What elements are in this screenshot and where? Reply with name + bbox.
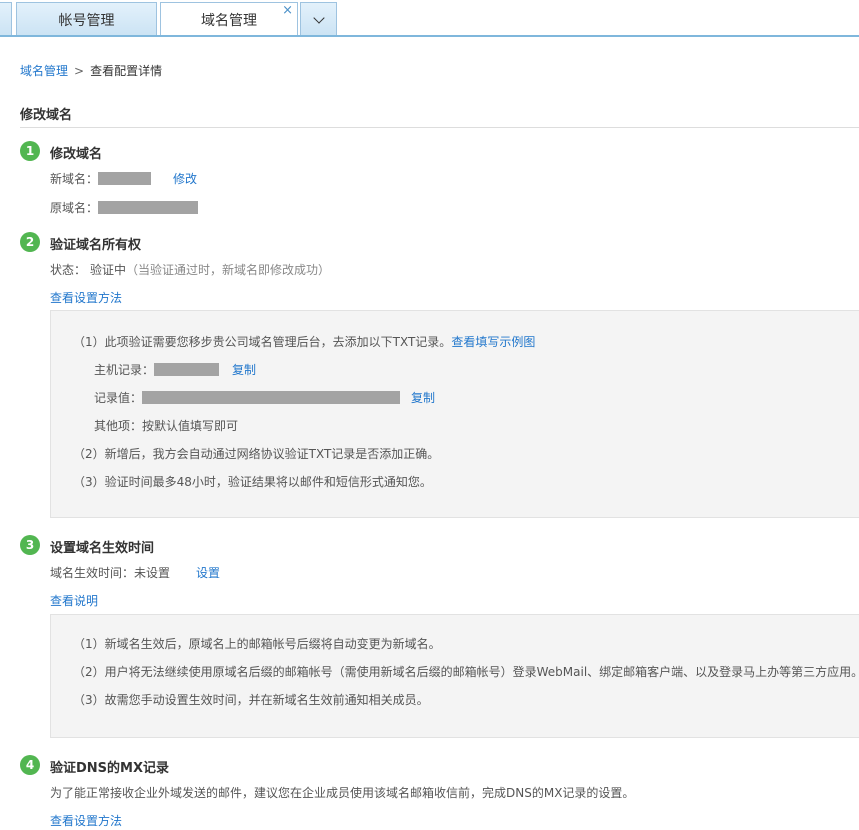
tab-overflow-stub[interactable]: [0, 2, 12, 36]
status-badge: 验证中: [90, 263, 127, 277]
record-value-masked: [142, 391, 401, 404]
status-note: （当验证通过时，新域名即修改成功）: [126, 263, 331, 277]
breadcrumb-current: 查看配置详情: [90, 64, 163, 78]
tab-more-dropdown[interactable]: [300, 2, 337, 36]
help-row: 查看说明: [50, 592, 98, 609]
copy-record-value-button[interactable]: 复制: [411, 389, 435, 406]
section-divider: [20, 127, 859, 128]
host-record-label: 主机记录：: [94, 363, 155, 377]
instruction-text: （2）新增后，我方会自动通过网络协议验证TXT记录是否添加正确。: [73, 447, 440, 461]
tab-label: 域名管理: [201, 13, 257, 29]
host-record-row: 主机记录： 复制: [94, 361, 256, 378]
txt-instruction-1: （1）此项验证需要您移步贵公司域名管理后台，去添加以下TXT记录。 查看填写示例…: [73, 333, 535, 350]
tab-account-management[interactable]: 帐号管理: [16, 2, 157, 36]
step-4-badge: 4: [20, 755, 40, 775]
step-4-title: 验证DNS的MX记录: [50, 761, 169, 776]
set-effective-time-link[interactable]: 设置: [196, 564, 220, 581]
view-mx-setup-method-link[interactable]: 查看设置方法: [50, 812, 122, 829]
modify-domain-link[interactable]: 修改: [173, 170, 197, 187]
instruction-text: （1）此项验证需要您移步贵公司域名管理后台，去添加以下TXT记录。: [73, 335, 452, 349]
step-3-title: 设置域名生效时间: [50, 541, 155, 556]
view-example-link[interactable]: 查看填写示例图: [451, 333, 535, 350]
tab-domain-management[interactable]: 域名管理 ×: [160, 2, 298, 37]
effective-time-row: 域名生效时间：未设置 设置: [50, 564, 220, 581]
help-row: 查看设置方法: [50, 289, 122, 306]
chevron-down-icon: [312, 11, 325, 24]
old-domain-label: 原域名：: [50, 201, 99, 215]
step-1-badge: 1: [20, 141, 40, 161]
view-explanation-link[interactable]: 查看说明: [50, 592, 98, 609]
copy-host-record-button[interactable]: 复制: [232, 361, 256, 378]
help-row: 查看设置方法: [50, 812, 122, 829]
effective-note-2: （2）用户将无法继续使用原域名后缀的邮箱帐号（需使用新域名后缀的邮箱帐号）登录W…: [73, 663, 859, 680]
effective-time-label: 域名生效时间：未设置: [50, 566, 171, 580]
old-domain-value-masked: [98, 201, 199, 214]
breadcrumb: 域名管理 > 查看配置详情: [20, 62, 162, 79]
other-items-text: 其他项：按默认值填写即可: [94, 419, 239, 433]
new-domain-label: 新域名：: [50, 172, 99, 186]
record-value-label: 记录值：: [94, 391, 143, 405]
tab-bar: 帐号管理 域名管理 ×: [0, 0, 859, 37]
verify-status-row: 状态： 验证中 （当验证通过时，新域名即修改成功）: [50, 261, 330, 278]
status-label: 状态：: [50, 263, 87, 277]
txt-instruction-2: （2）新增后，我方会自动通过网络协议验证TXT记录是否添加正确。: [73, 445, 439, 462]
mx-description: 为了能正常接收企业外域发送的邮件，建议您在企业成员使用该域名邮箱收信前，完成DN…: [50, 786, 635, 800]
view-setup-method-link[interactable]: 查看设置方法: [50, 289, 122, 306]
effective-time-panel: （1）新域名生效后，原域名上的邮箱帐号后缀将自动变更为新域名。 （2）用户将无法…: [50, 614, 859, 738]
txt-instruction-3: （3）验证时间最多48小时，验证结果将以邮件和短信形式通知您。: [73, 473, 432, 490]
step-2-badge: 2: [20, 232, 40, 252]
new-domain-value-masked: [98, 172, 152, 185]
step-1-title: 修改域名: [50, 147, 103, 162]
tab-label: 帐号管理: [58, 12, 115, 29]
other-items-row: 其他项：按默认值填写即可: [94, 417, 238, 434]
close-icon[interactable]: ×: [282, 4, 293, 18]
breadcrumb-separator: >: [74, 64, 85, 78]
page-title: 修改域名: [20, 108, 73, 123]
new-domain-row: 新域名： 修改: [50, 170, 197, 187]
record-value-row: 记录值： 复制: [94, 389, 435, 406]
txt-record-panel: （1）此项验证需要您移步贵公司域名管理后台，去添加以下TXT记录。 查看填写示例…: [50, 310, 859, 518]
step-3-badge: 3: [20, 535, 40, 555]
effective-note-1: （1）新域名生效后，原域名上的邮箱帐号后缀将自动变更为新域名。: [73, 635, 441, 652]
instruction-text: （3）验证时间最多48小时，验证结果将以邮件和短信形式通知您。: [73, 475, 432, 489]
effective-note-3: （3）故需您手动设置生效时间，并在新域名生效前通知相关成员。: [73, 691, 429, 708]
step-2-title: 验证域名所有权: [50, 238, 142, 253]
mx-description-row: 为了能正常接收企业外域发送的邮件，建议您在企业成员使用该域名邮箱收信前，完成DN…: [50, 784, 634, 801]
tab-bar-underline: [0, 35, 859, 37]
note-text: （2）用户将无法继续使用原域名后缀的邮箱帐号（需使用新域名后缀的邮箱帐号）登录W…: [73, 665, 859, 679]
breadcrumb-domain-management[interactable]: 域名管理: [20, 64, 68, 78]
host-record-value-masked: [154, 363, 220, 376]
note-text: （1）新域名生效后，原域名上的邮箱帐号后缀将自动变更为新域名。: [73, 637, 441, 651]
old-domain-row: 原域名：: [50, 199, 199, 216]
note-text: （3）故需您手动设置生效时间，并在新域名生效前通知相关成员。: [73, 693, 429, 707]
